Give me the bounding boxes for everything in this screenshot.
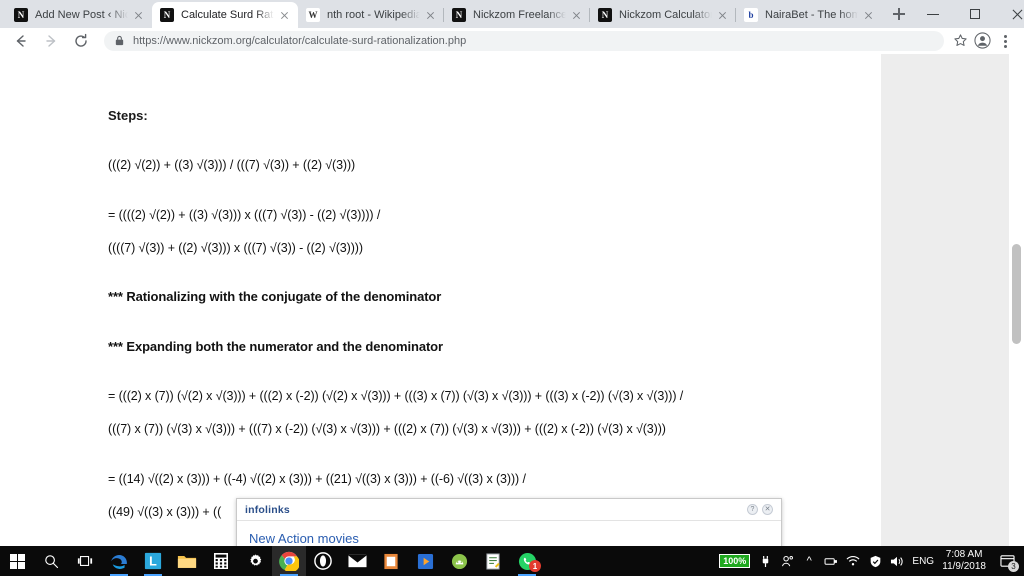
infolinks-ad-popup: infolinks ? ✕ New Action movies Latest n… — [236, 498, 782, 546]
back-arrow-icon[interactable] — [8, 28, 34, 54]
tab-title: Nickzom Calculator Solu — [619, 9, 712, 21]
whatsapp-unread-badge: 1 — [529, 560, 541, 572]
system-tray: 100% ^ ENG 7:08 AM 11/9/2018 3 — [719, 546, 1024, 576]
minimize-button[interactable] — [912, 0, 954, 28]
whatsapp-icon[interactable]: 1 — [510, 546, 544, 576]
clock-time: 7:08 AM — [945, 549, 983, 560]
page-viewport: Steps: (((2) √(2)) + ((3) √(3))) / (((7)… — [0, 54, 1024, 546]
wikipedia-icon: W — [306, 8, 320, 22]
step-note-expanding: *** Expanding both the numerator and the… — [108, 339, 443, 354]
office-icon[interactable] — [374, 546, 408, 576]
windows-logo-icon — [9, 553, 25, 569]
nickzom-icon: N — [14, 8, 28, 22]
maximize-button[interactable] — [954, 0, 996, 28]
task-view-icon[interactable] — [68, 546, 102, 576]
math-line: (((7) x (7)) (√(3) x √(3))) + (((7) x (-… — [108, 422, 666, 436]
nairabet-icon: b — [744, 8, 758, 22]
notification-center-icon[interactable]: 3 — [994, 546, 1020, 576]
new-tab-button[interactable] — [886, 1, 912, 27]
browser-tab[interactable]: N Nickzom Freelance — [443, 2, 590, 28]
steps-heading: Steps: — [108, 108, 148, 123]
math-line: ((((7) √(3)) + ((2) √(3))) x (((7) √(3))… — [108, 241, 363, 255]
calculator-icon[interactable] — [204, 546, 238, 576]
settings-icon[interactable] — [238, 546, 272, 576]
usb-icon[interactable] — [820, 546, 842, 576]
start-button[interactable] — [0, 546, 34, 576]
security-icon[interactable] — [864, 546, 886, 576]
help-icon[interactable]: ? — [747, 504, 758, 515]
tab-title: NairaBet - The home of — [765, 9, 858, 21]
ad-brand-label: infolinks — [245, 503, 290, 516]
ad-title-link[interactable]: New Action movies — [249, 531, 769, 546]
close-icon[interactable] — [569, 8, 584, 23]
clock-date: 11/9/2018 — [942, 561, 986, 572]
reload-icon[interactable] — [68, 28, 94, 54]
math-line: ((49) √((3) x (3))) + (( — [108, 505, 222, 519]
edge-icon[interactable] — [102, 546, 136, 576]
tab-strip: N Add New Post ‹ Nickzom N Calculate Sur… — [0, 0, 1024, 28]
step-note-rationalizing: *** Rationalizing with the conjugate of … — [108, 289, 442, 304]
browser-tab[interactable]: N Add New Post ‹ Nickzom — [6, 2, 152, 28]
notification-count-badge: 3 — [1008, 561, 1019, 572]
address-bar[interactable]: https://www.nickzom.org/calculator/calcu… — [104, 30, 944, 51]
chevron-up-icon[interactable]: ^ — [798, 546, 820, 576]
math-line: (((2) √(2)) + ((3) √(3))) / (((7) √(3)) … — [108, 158, 356, 172]
media-player-icon[interactable] — [408, 546, 442, 576]
nickzom-icon: N — [452, 8, 466, 22]
close-icon[interactable] — [277, 8, 292, 23]
android-studio-icon[interactable] — [442, 546, 476, 576]
close-icon[interactable] — [715, 8, 730, 23]
page-right-gutter — [881, 54, 1009, 546]
browser-menu-icon[interactable] — [994, 30, 1016, 52]
nickzom-icon: N — [160, 8, 174, 22]
battery-percent-badge[interactable]: 100% — [719, 554, 751, 568]
browser-tab[interactable]: N Nickzom Calculator Solu — [589, 2, 736, 28]
page-scrollbar[interactable] — [1009, 54, 1024, 546]
plug-icon[interactable] — [754, 546, 776, 576]
browser-window: N Add New Post ‹ Nickzom N Calculate Sur… — [0, 0, 1024, 546]
tab-title: Add New Post ‹ Nickzom — [35, 9, 128, 21]
wifi-icon[interactable] — [842, 546, 864, 576]
file-explorer-icon[interactable] — [170, 546, 204, 576]
tab-title: Nickzom Freelance — [473, 9, 566, 21]
forward-arrow-icon — [38, 28, 64, 54]
bookmark-star-icon[interactable] — [950, 30, 972, 52]
address-bar-url: https://www.nickzom.org/calculator/calcu… — [133, 34, 467, 47]
clock[interactable]: 7:08 AM 11/9/2018 — [938, 549, 994, 573]
math-line: = (((2) x (7)) (√(2) x √(3))) + (((2) x … — [108, 389, 684, 403]
svg-text:L: L — [149, 555, 157, 569]
close-icon[interactable] — [423, 8, 438, 23]
notepad-icon[interactable] — [476, 546, 510, 576]
volume-icon[interactable] — [886, 546, 908, 576]
close-window-button[interactable] — [996, 0, 1024, 28]
language-indicator[interactable]: ENG — [908, 546, 938, 576]
browser-tab[interactable]: b NairaBet - The home of — [735, 2, 882, 28]
windows-taskbar: L 1 100% ^ ENG 7:08 AM 11/9/2018 3 — [0, 546, 1024, 576]
profile-avatar-icon[interactable] — [972, 30, 994, 52]
window-controls — [912, 0, 1024, 28]
lock-icon — [114, 35, 125, 46]
chrome-icon[interactable] — [272, 546, 306, 576]
browser-toolbar: https://www.nickzom.org/calculator/calcu… — [0, 28, 1024, 54]
ad-body: New Action movies Latest new of the Aven… — [237, 521, 781, 546]
tab-title: Calculate Surd Rationali — [181, 9, 274, 21]
tab-title: nth root - Wikipedia — [327, 9, 420, 21]
close-icon[interactable] — [861, 8, 876, 23]
mail-icon[interactable] — [340, 546, 374, 576]
nickzom-icon: N — [598, 8, 612, 22]
lastpass-icon[interactable]: L — [136, 546, 170, 576]
close-icon[interactable]: ✕ — [762, 504, 773, 515]
math-line: = ((14) √((2) x (3))) + ((-4) √((2) x (3… — [108, 472, 526, 486]
people-icon[interactable] — [776, 546, 798, 576]
browser-tab-active[interactable]: N Calculate Surd Rationali — [152, 2, 298, 28]
ad-header: infolinks ? ✕ — [237, 499, 781, 521]
scrollbar-thumb[interactable] — [1012, 244, 1021, 344]
close-icon[interactable] — [131, 8, 146, 23]
math-line: = ((((2) √(2)) + ((3) √(3))) x (((7) √(3… — [108, 208, 381, 222]
search-icon[interactable] — [34, 546, 68, 576]
browser-tab[interactable]: W nth root - Wikipedia — [298, 2, 444, 28]
ad-controls: ? ✕ — [747, 504, 773, 515]
opera-icon[interactable] — [306, 546, 340, 576]
